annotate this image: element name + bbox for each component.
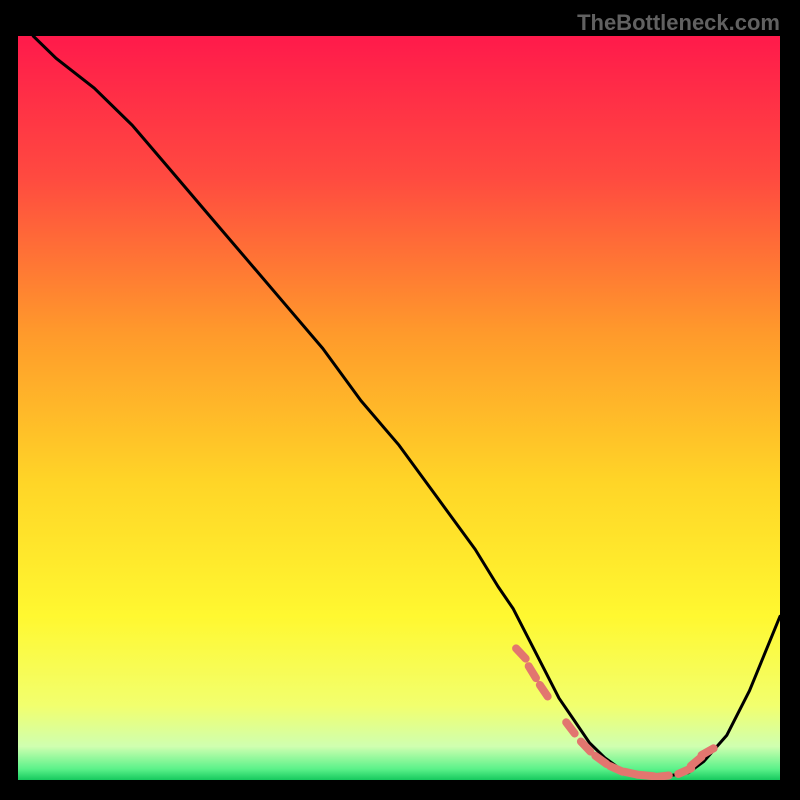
watermark-text: TheBottleneck.com (577, 10, 780, 36)
bottleneck-curve-chart (18, 36, 780, 780)
curve-marker (655, 776, 669, 778)
gradient-bg (18, 36, 780, 780)
curve-marker (610, 766, 623, 772)
chart-container: TheBottleneck.com (0, 0, 800, 800)
